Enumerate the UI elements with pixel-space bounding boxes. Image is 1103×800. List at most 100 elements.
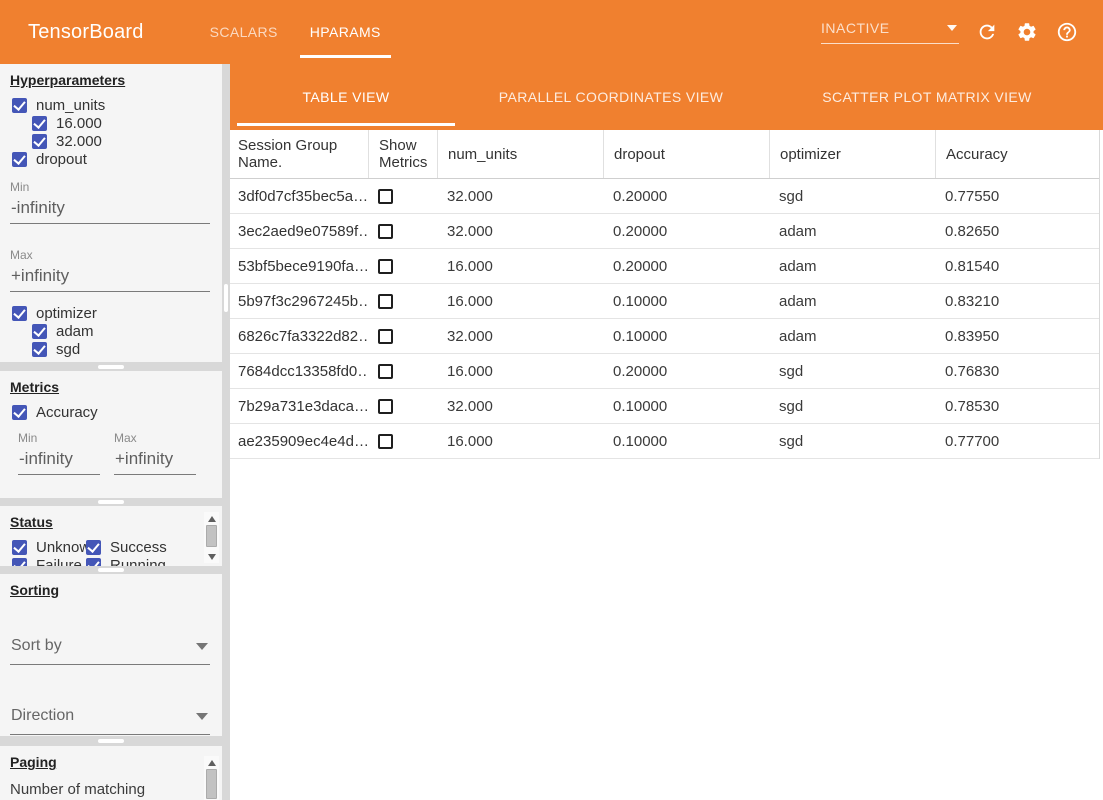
accuracy-max-input[interactable]: +infinity bbox=[114, 445, 196, 475]
tab-scatter-plot-matrix-view-label: SCATTER PLOT MATRIX VIEW bbox=[822, 89, 1032, 105]
chevron-down-icon bbox=[196, 713, 208, 720]
num-units-label: num_units bbox=[36, 97, 105, 114]
tab-scatter-plot-matrix-view[interactable]: SCATTER PLOT MATRIX VIEW bbox=[767, 64, 1087, 130]
success-checkbox[interactable] bbox=[86, 540, 101, 555]
optimizer-label: optimizer bbox=[36, 305, 97, 322]
show-metrics-checkbox[interactable] bbox=[378, 399, 393, 414]
accuracy-checkbox[interactable] bbox=[12, 405, 27, 420]
failure-checkbox[interactable] bbox=[12, 558, 27, 567]
optimizer-cell: sgd bbox=[769, 363, 935, 380]
status-title: Status bbox=[0, 514, 222, 530]
show-metrics-checkbox[interactable] bbox=[378, 259, 393, 274]
metrics-title: Metrics bbox=[0, 379, 222, 395]
dropout-cell: 0.20000 bbox=[603, 258, 769, 275]
scrollbar-thumb[interactable] bbox=[206, 525, 217, 547]
show-metrics-checkbox[interactable] bbox=[378, 434, 393, 449]
show-metrics-checkbox[interactable] bbox=[378, 329, 393, 344]
accuracy-label: Accuracy bbox=[36, 404, 98, 421]
accuracy-cell: 0.78530 bbox=[935, 398, 1099, 415]
refresh-button[interactable] bbox=[975, 20, 999, 44]
hparam-item-32: 32.000 bbox=[0, 132, 222, 150]
resize-handle[interactable] bbox=[98, 365, 124, 369]
resize-handle[interactable] bbox=[98, 568, 124, 572]
hparam-item-optimizer: optimizer bbox=[0, 304, 222, 322]
column-optimizer: optimizer bbox=[769, 130, 935, 178]
table-body: 3df0d7cf35bec5a…32.0000.20000sgd0.775503… bbox=[230, 179, 1099, 459]
scrollbar-thumb[interactable] bbox=[206, 769, 217, 799]
failure-label: Failure bbox=[36, 557, 82, 567]
show-metrics-checkbox[interactable] bbox=[378, 294, 393, 309]
dropout-label: dropout bbox=[36, 151, 87, 168]
value-32-checkbox[interactable] bbox=[32, 134, 47, 149]
run-status-select[interactable]: INACTIVE bbox=[821, 20, 959, 44]
show-metrics-checkbox[interactable] bbox=[378, 189, 393, 204]
table-row: 53bf5bece9190fa…16.0000.20000adam0.81540 bbox=[230, 249, 1099, 284]
panel-divider bbox=[0, 498, 222, 506]
scroll-up-button[interactable] bbox=[204, 756, 219, 769]
session-group-name-cell: 3df0d7cf35bec5a… bbox=[230, 188, 368, 205]
show-metrics-checkbox[interactable] bbox=[378, 224, 393, 239]
sort-by-select[interactable]: Sort by bbox=[10, 634, 210, 665]
adam-checkbox[interactable] bbox=[32, 324, 47, 339]
scroll-down-button[interactable] bbox=[204, 550, 219, 563]
accuracy-cell: 0.76830 bbox=[935, 363, 1099, 380]
session-group-name-cell: 7b29a731e3daca… bbox=[230, 398, 368, 415]
help-icon bbox=[1056, 21, 1078, 43]
column-dropout: dropout bbox=[603, 130, 769, 178]
tab-scalars[interactable]: SCALARS bbox=[194, 0, 294, 64]
unknown-checkbox[interactable] bbox=[12, 540, 27, 555]
min-input[interactable]: -infinity bbox=[10, 194, 210, 224]
tab-scalars-label: SCALARS bbox=[210, 24, 278, 40]
dropout-cell: 0.10000 bbox=[603, 398, 769, 415]
value-16-checkbox[interactable] bbox=[32, 116, 47, 131]
value-32-label: 32.000 bbox=[56, 133, 102, 150]
table-row: 7b29a731e3daca…32.0000.10000sgd0.78530 bbox=[230, 389, 1099, 424]
accuracy-max-field: Max +infinity bbox=[114, 431, 196, 475]
tab-hparams[interactable]: HPARAMS bbox=[294, 0, 397, 64]
accuracy-cell: 0.83950 bbox=[935, 328, 1099, 345]
app-title: TensorBoard bbox=[28, 21, 144, 44]
accuracy-min-input[interactable]: -infinity bbox=[18, 445, 100, 475]
optimizer-checkbox[interactable] bbox=[12, 306, 27, 321]
table-row: 6826c7fa3322d82…32.0000.10000adam0.83950 bbox=[230, 319, 1099, 354]
session-group-name-cell: 53bf5bece9190fa… bbox=[230, 258, 368, 275]
show-metrics-checkbox[interactable] bbox=[378, 364, 393, 379]
min-label: Min bbox=[18, 431, 100, 445]
running-label: Running bbox=[110, 557, 166, 567]
running-checkbox[interactable] bbox=[86, 558, 101, 567]
accuracy-cell: 0.82650 bbox=[935, 223, 1099, 240]
tab-table-view[interactable]: TABLE VIEW bbox=[237, 64, 455, 130]
resize-handle[interactable] bbox=[98, 500, 124, 504]
dropout-checkbox[interactable] bbox=[12, 152, 27, 167]
dropout-cell: 0.20000 bbox=[603, 363, 769, 380]
paging-scrollbar[interactable] bbox=[204, 756, 219, 800]
accuracy-cell: 0.77550 bbox=[935, 188, 1099, 205]
status-scrollbar[interactable] bbox=[204, 512, 219, 563]
resize-handle[interactable] bbox=[224, 284, 228, 312]
chevron-down-icon bbox=[947, 25, 957, 31]
settings-button[interactable] bbox=[1015, 20, 1039, 44]
arrow-up-icon bbox=[208, 516, 216, 522]
optimizer-cell: sgd bbox=[769, 398, 935, 415]
direction-value: Direction bbox=[11, 707, 74, 725]
show-metrics-cell bbox=[368, 364, 437, 379]
hparam-item-num-units: num_units bbox=[0, 96, 222, 114]
run-status-value: INACTIVE bbox=[821, 20, 890, 36]
sorting-title: Sorting bbox=[0, 582, 222, 598]
show-metrics-cell bbox=[368, 224, 437, 239]
show-metrics-cell bbox=[368, 259, 437, 274]
show-metrics-cell bbox=[368, 329, 437, 344]
num-units-cell: 16.000 bbox=[437, 363, 603, 380]
num-units-checkbox[interactable] bbox=[12, 98, 27, 113]
sgd-checkbox[interactable] bbox=[32, 342, 47, 357]
tab-parallel-coordinates-view[interactable]: PARALLEL COORDINATES VIEW bbox=[455, 64, 767, 130]
status-item-failure: Failure bbox=[0, 556, 86, 566]
arrow-up-icon bbox=[208, 760, 216, 766]
resize-handle[interactable] bbox=[98, 739, 124, 743]
help-button[interactable] bbox=[1055, 20, 1079, 44]
scroll-up-button[interactable] bbox=[204, 512, 219, 525]
optimizer-cell: sgd bbox=[769, 188, 935, 205]
max-input[interactable]: +infinity bbox=[10, 262, 210, 292]
direction-select[interactable]: Direction bbox=[10, 704, 210, 735]
table-row: ae235909ec4e4d…16.0000.10000sgd0.77700 bbox=[230, 424, 1099, 459]
